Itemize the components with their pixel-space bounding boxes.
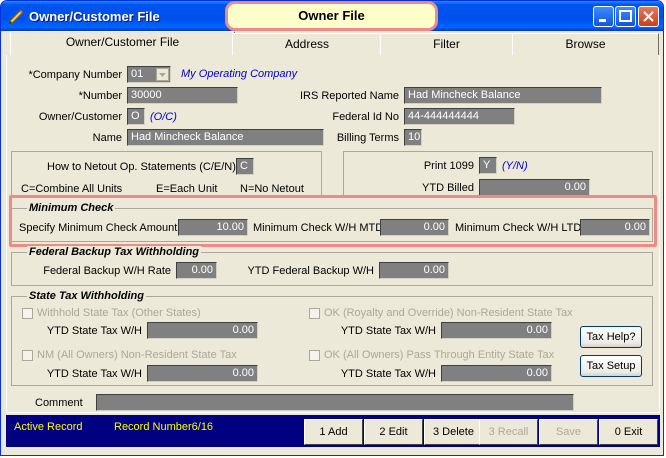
ytd-state-tax-label-1: YTD State Tax W/H bbox=[46, 325, 142, 337]
owner-customer-window: Owner/Customer File Owner File Owner/Cus… bbox=[0, 0, 664, 456]
print-1099-label: Print 1099 bbox=[423, 160, 474, 172]
federal-backup-rate-label: Federal Backup W/H Rate bbox=[43, 265, 171, 277]
tab-filter[interactable]: Filter bbox=[380, 33, 513, 55]
name-label: Name bbox=[92, 132, 122, 144]
tax-help-button[interactable]: Tax Help? bbox=[580, 326, 642, 348]
ok-pass-through-checkbox[interactable] bbox=[309, 350, 320, 361]
withhold-state-tax-label: Withhold State Tax (Other States) bbox=[37, 307, 201, 319]
comment-field[interactable] bbox=[96, 394, 574, 411]
company-number-select[interactable]: 01 bbox=[127, 66, 171, 83]
tab-address[interactable]: Address bbox=[232, 33, 382, 55]
owner-customer-field[interactable]: O bbox=[127, 108, 145, 125]
ytd-state-tax-field-1[interactable]: 0.00 bbox=[147, 322, 258, 339]
tax-setup-button[interactable]: Tax Setup bbox=[580, 355, 642, 377]
close-icon bbox=[639, 7, 658, 26]
owner-customer-label: Owner/Customer bbox=[38, 111, 122, 123]
delete-button[interactable]: 3 Delete bbox=[424, 419, 483, 445]
title-bar: Owner/Customer File Owner File bbox=[1, 1, 663, 31]
minimize-icon bbox=[594, 7, 613, 26]
netout-field[interactable]: C bbox=[236, 158, 254, 175]
federal-backup-rate-field[interactable]: 0.00 bbox=[176, 262, 217, 279]
maximize-button[interactable] bbox=[615, 6, 636, 27]
minimize-button[interactable] bbox=[593, 6, 614, 27]
record-number-text: Record Number6/16 bbox=[114, 421, 214, 433]
billing-terms-field[interactable]: 10 bbox=[404, 129, 422, 146]
ytd-state-tax-field-4[interactable]: 0.00 bbox=[441, 365, 552, 382]
close-button[interactable] bbox=[638, 6, 659, 27]
status-bar: Active Record Record Number6/16 1 Add 2 … bbox=[6, 415, 660, 447]
maximize-icon bbox=[616, 7, 635, 26]
ytd-state-tax-field-2[interactable]: 0.00 bbox=[441, 322, 552, 339]
edit-button[interactable]: 2 Edit bbox=[364, 419, 423, 445]
tab-browse[interactable]: Browse bbox=[512, 33, 659, 55]
ok-royalty-override-checkbox[interactable] bbox=[309, 308, 320, 319]
netout-option-each: E=Each Unit bbox=[156, 183, 218, 195]
company-number-value: 01 bbox=[131, 68, 144, 80]
comment-label: Comment bbox=[35, 397, 83, 409]
tab-strip: Owner/Customer File Address Filter Brows… bbox=[6, 31, 660, 55]
ytd-state-tax-label-3: YTD State Tax W/H bbox=[46, 368, 142, 380]
withhold-state-tax-checkbox[interactable] bbox=[22, 308, 33, 319]
ok-pass-through-label: OK (All Owners) Pass Through Entity Stat… bbox=[324, 349, 555, 361]
chevron-down-icon bbox=[156, 68, 169, 81]
federal-backup-title: Federal Backup Tax Withholding bbox=[27, 246, 202, 258]
window-title: Owner/Customer File bbox=[29, 9, 160, 24]
ytd-state-tax-label-4: YTD State Tax W/H bbox=[340, 368, 436, 380]
irs-name-field[interactable]: Had Mincheck Balance bbox=[404, 87, 602, 104]
add-button[interactable]: 1 Add bbox=[304, 419, 363, 445]
number-field[interactable]: 30000 bbox=[127, 87, 238, 104]
netout-option-none: N=No Netout bbox=[240, 183, 304, 195]
ytd-state-tax-field-3[interactable]: 0.00 bbox=[147, 365, 258, 382]
ytd-billed-label: YTD Billed bbox=[422, 182, 474, 194]
ok-royalty-override-label: OK (Royalty and Override) Non-Resident S… bbox=[324, 307, 573, 319]
federal-backup-ytd-label: YTD Federal Backup W/H bbox=[247, 265, 374, 277]
tab-owner-customer-file[interactable]: Owner/Customer File bbox=[10, 31, 235, 55]
save-button[interactable]: Save bbox=[539, 419, 598, 445]
netout-option-combine: C=Combine All Units bbox=[21, 183, 123, 195]
netout-label: How to Netout Op. Statements (C/E/N) bbox=[47, 161, 236, 173]
number-label: *Number bbox=[78, 90, 122, 102]
minimum-check-highlight bbox=[9, 195, 657, 247]
federal-id-label: Federal Id No bbox=[332, 111, 399, 123]
exit-button[interactable]: 0 Exit bbox=[599, 419, 658, 445]
print-1099-field[interactable]: Y bbox=[479, 157, 497, 174]
nm-nonresident-label: NM (All Owners) Non-Resident State Tax bbox=[37, 349, 237, 361]
nm-nonresident-checkbox[interactable] bbox=[22, 350, 33, 361]
irs-name-label: IRS Reported Name bbox=[299, 90, 399, 102]
screen-title-badge: Owner File bbox=[225, 1, 438, 31]
owner-customer-hint: (O/C) bbox=[150, 111, 177, 123]
print-1099-hint: (Y/N) bbox=[502, 160, 528, 172]
recall-button[interactable]: 3 Recall bbox=[479, 419, 538, 445]
billing-terms-label: Billing Terms bbox=[336, 132, 399, 144]
company-name-text: My Operating Company bbox=[181, 68, 298, 80]
state-tax-title: State Tax Withholding bbox=[27, 290, 146, 302]
federal-id-field[interactable]: 44-444444444 bbox=[404, 108, 515, 125]
company-number-label: *Company Number bbox=[28, 69, 122, 81]
pencil-icon bbox=[7, 7, 25, 25]
federal-backup-ytd-field[interactable]: 0.00 bbox=[379, 262, 449, 279]
ytd-state-tax-label-2: YTD State Tax W/H bbox=[340, 325, 436, 337]
record-state-text: Active Record bbox=[14, 421, 83, 433]
ytd-billed-field[interactable]: 0.00 bbox=[479, 179, 590, 196]
